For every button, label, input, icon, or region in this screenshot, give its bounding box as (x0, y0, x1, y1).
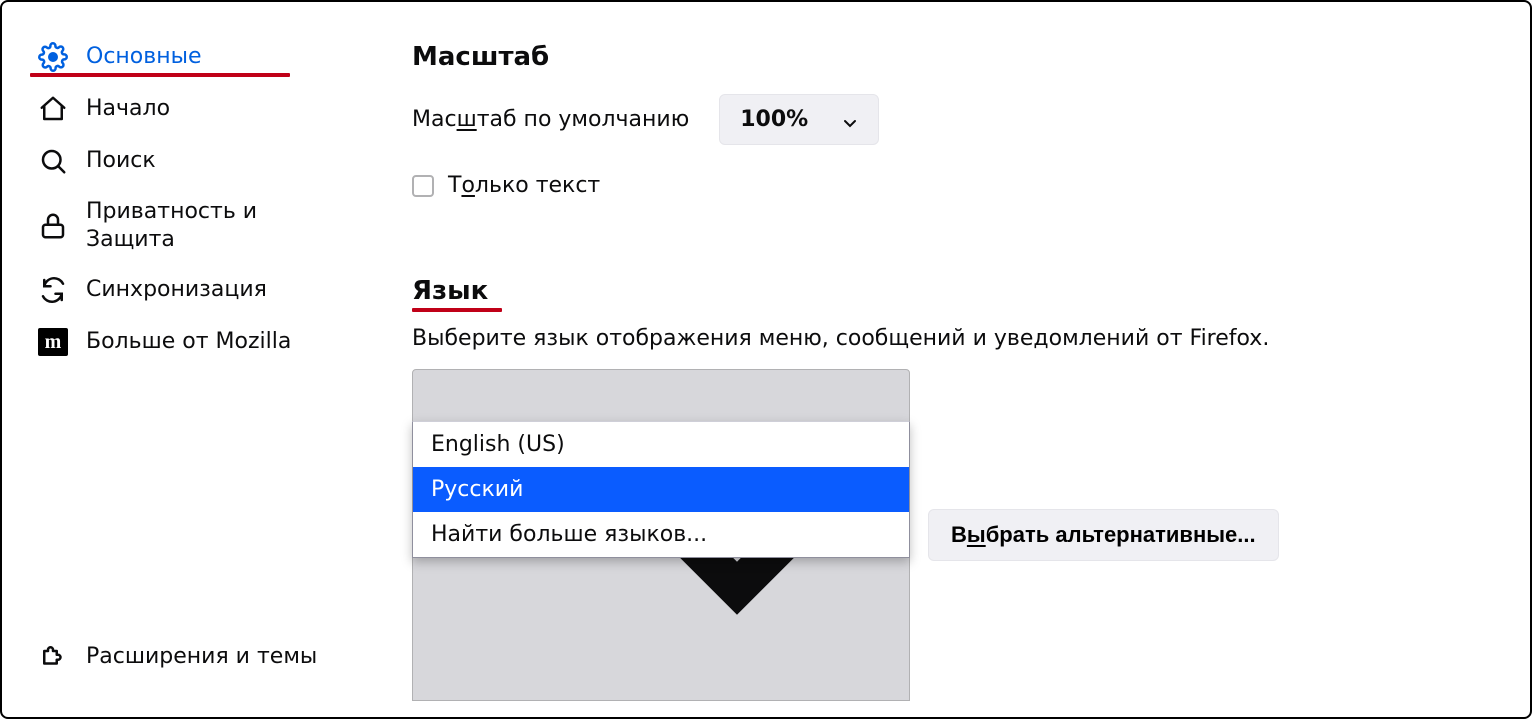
sidebar-item-label: Приватность и Защита (86, 198, 350, 253)
home-icon (38, 94, 68, 124)
language-section-title: Язык (412, 276, 488, 306)
sync-icon (38, 275, 68, 305)
sidebar-item-search[interactable]: Поиск (38, 136, 350, 188)
zoom-default-value: 100% (740, 107, 808, 132)
zoom-text-only-row[interactable]: Только текст (412, 173, 1500, 198)
language-option-find-more[interactable]: Найти больше языков... (413, 512, 909, 557)
sidebar-item-label: Расширения и темы (86, 644, 317, 669)
sidebar-item-privacy[interactable]: Приватность и Защита (38, 188, 350, 265)
sidebar-item-label: Больше от Mozilla (86, 328, 291, 356)
zoom-text-only-checkbox[interactable] (412, 175, 434, 197)
settings-sidebar: Основные Начало Поиск (2, 2, 372, 717)
language-dropdown: English (US) Русский Найти больше языков… (412, 421, 910, 558)
language-select[interactable]: Русский English (US) Русский Найти больш… (412, 369, 910, 701)
search-icon (38, 146, 68, 176)
language-option-russian[interactable]: Русский (413, 467, 909, 512)
sidebar-item-label: Поиск (86, 147, 156, 175)
chevron-down-icon (842, 112, 858, 128)
zoom-default-select[interactable]: 100% (719, 94, 879, 145)
language-description: Выберите язык отображения меню, сообщени… (412, 326, 1500, 351)
language-option-english[interactable]: English (US) (413, 422, 909, 467)
choose-alternatives-button[interactable]: Выбрать альтернативные... (928, 509, 1279, 561)
puzzle-icon (38, 641, 68, 671)
sidebar-item-extensions[interactable]: Расширения и темы (38, 631, 350, 697)
lock-icon (38, 211, 68, 241)
sidebar-item-home[interactable]: Начало (38, 84, 350, 136)
zoom-text-only-label: Только текст (448, 173, 600, 198)
zoom-section-title: Масштаб (412, 42, 1500, 72)
zoom-default-label: Масштаб по умолчанию (412, 107, 689, 132)
sidebar-item-label: Начало (86, 95, 170, 123)
sidebar-item-mozilla[interactable]: m Больше от Mozilla (38, 317, 350, 369)
sidebar-item-label: Синхронизация (86, 276, 267, 304)
mozilla-icon: m (38, 327, 68, 357)
gear-icon (38, 42, 68, 72)
settings-main: Масштаб Масштаб по умолчанию 100% Только… (372, 2, 1530, 717)
sidebar-item-general[interactable]: Основные (38, 32, 350, 84)
zoom-default-row: Масштаб по умолчанию 100% (412, 94, 1500, 145)
sidebar-item-label: Основные (86, 43, 202, 71)
sidebar-item-sync[interactable]: Синхронизация (38, 265, 350, 317)
